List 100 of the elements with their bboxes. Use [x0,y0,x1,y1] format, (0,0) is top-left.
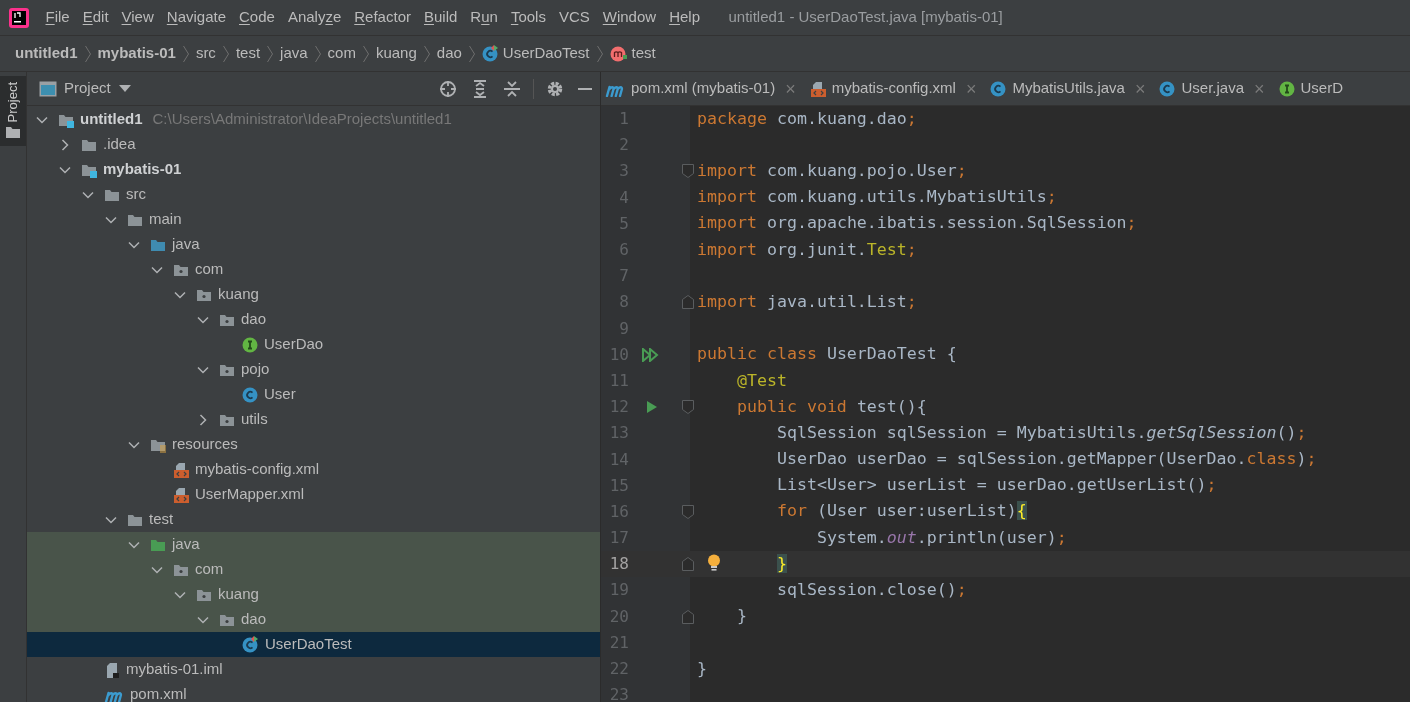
test-class-icon [242,636,259,653]
class-icon [1159,80,1176,97]
menu-item[interactable]: Build [417,6,464,29]
menu-item[interactable]: Navigate [160,6,233,29]
code-line: import com.kuang.pojo.User; [697,160,967,182]
minimize-icon [578,87,592,90]
editor-tab[interactable]: UserD [1274,72,1354,105]
panel-icon [39,80,57,97]
editor-tab[interactable]: User.java × [1155,72,1275,105]
tree-item[interactable]: mybatis-01 [27,157,600,182]
breadcrumb[interactable]: UserDaoTest [502,42,590,65]
code-line: public class UserDaoTest { [697,343,957,366]
breadcrumb[interactable]: src [195,42,216,65]
chevron-right-icon [595,44,604,63]
interface-icon [242,336,258,353]
tree-item[interactable]: resources [27,432,600,457]
expand-all-icon [471,79,489,98]
tree-item[interactable]: dao [27,307,600,332]
chevron-right-icon [361,44,370,63]
tree-item[interactable]: UserMapper.xml [27,482,600,507]
window-title: untitled1 - UserDaoTest.java [mybatis-01] [728,7,1003,28]
tree-item[interactable]: kuang [27,282,600,307]
code-line: List<User> userList = userDao.getUserList(); [775,474,1217,497]
tree-item[interactable]: test [27,507,600,532]
breadcrumb[interactable]: untitled1 [15,42,78,65]
chevron-right-icon [422,44,431,63]
menu-item[interactable]: Help [662,6,707,29]
panel-title[interactable]: Project [64,77,111,100]
folder-icon [6,126,20,139]
chevron-right-icon [313,44,322,63]
run-all-icon [642,347,660,362]
code-line: } [735,605,747,628]
breadcrumb[interactable]: com [327,42,356,65]
breadcrumb[interactable]: java [280,42,308,65]
code-line: public void test(){ [735,395,927,418]
tree-item[interactable]: dao [27,607,600,632]
dropdown-caret-icon [118,84,131,93]
tree-item[interactable]: com [27,557,600,582]
code-line: UserDao userDao = sqlSession.getMapper(UserDao.class); [775,448,1317,471]
editor-tab[interactable]: pom.xml (mybatis-01) × [601,72,806,105]
code-line: SqlSession sqlSession = MybatisUtils.getSqlSession(); [775,421,1307,444]
breadcrumb[interactable]: test [235,42,261,65]
breadcrumb[interactable]: kuang [375,42,417,65]
tree-item[interactable]: untitled1 C:\Users\Administrator\IdeaProjects\untitled1 [27,107,600,132]
tree-item[interactable]: .idea [27,132,600,157]
code-line: @Test [735,369,787,392]
tree-item[interactable]: User [27,382,600,407]
tree-item[interactable]: mybatis-config.xml [27,457,600,482]
xml-file-icon [809,80,826,97]
menu-item[interactable]: Tools [504,6,553,29]
tree-item[interactable]: java [27,532,600,557]
code-line: System.out.println(user); [815,526,1067,549]
code-line: import java.util.List; [697,290,917,313]
module-file-icon [104,661,120,678]
menu-item[interactable]: Code [232,6,282,29]
code-line: sqlSession.close(); [775,579,967,601]
class-icon [990,80,1007,97]
editor-tab[interactable]: MybatisUtils.java × [986,72,1156,105]
menu-item[interactable]: Edit [76,6,116,29]
tree-item[interactable]: UserDaoTest [27,632,600,657]
tool-window-button[interactable]: Project [0,76,26,147]
chevron-right-icon [266,44,275,63]
tree-item[interactable]: com [27,257,600,282]
chevron-right-icon [221,44,230,63]
code-line: import com.kuang.utils.MybatisUtils; [697,186,1057,209]
tree-item[interactable]: src [27,182,600,207]
xml-file-icon [173,461,189,478]
code-line: import org.junit.Test; [697,238,917,261]
code-line: import org.apache.ibatis.session.SqlSession; [697,212,1137,235]
breadcrumb[interactable]: mybatis-01 [97,42,176,65]
menu-item[interactable]: Refactor [347,6,418,29]
code-line: for (User user:userList){ [775,500,1027,523]
interface-icon [1278,80,1295,97]
collapse-all-icon [503,79,521,98]
tree-item[interactable]: utils [27,407,600,432]
menu-item[interactable]: Analyze [281,6,348,29]
tree-item[interactable]: kuang [27,582,600,607]
tree-item[interactable]: java [27,232,600,257]
code-line: package com.kuang.dao; [697,107,917,130]
settings-icon [546,79,564,98]
menu-item[interactable]: File [39,6,77,29]
chevron-right-icon [467,44,476,63]
menu-item[interactable]: View [115,6,161,29]
tree-item[interactable]: UserDao [27,332,600,357]
tree-item[interactable]: pojo [27,357,600,382]
app-logo-icon [8,6,30,29]
menu-item[interactable]: VCS [552,6,597,29]
editor-tab[interactable]: mybatis-config.xml × [805,72,987,105]
code-line: } [697,657,707,680]
method-icon [609,45,628,62]
line-number: 18 [608,553,629,576]
lightbulb-icon [707,554,721,573]
menu-item[interactable]: Window [596,6,663,29]
class-icon [242,386,258,403]
menu-item[interactable]: Run [463,6,505,29]
breadcrumb[interactable]: dao [436,42,462,65]
tree-item[interactable]: pom.xml [27,682,600,702]
tree-item[interactable]: main [27,207,600,232]
breadcrumb[interactable]: test [631,42,656,65]
tree-item[interactable]: mybatis-01.iml [27,657,600,682]
